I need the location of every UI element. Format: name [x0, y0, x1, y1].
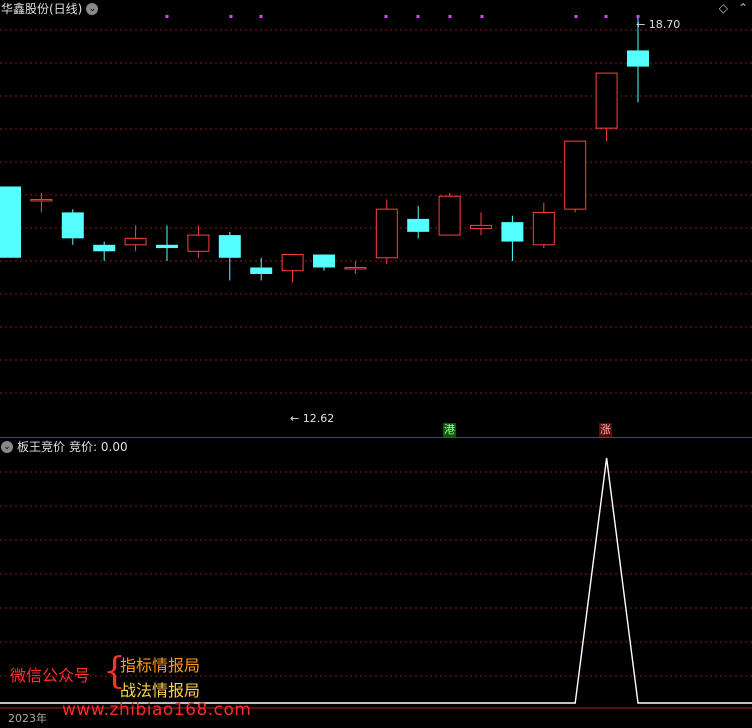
candle [281, 254, 304, 283]
hk-connect-badge[interactable]: 港 [443, 423, 456, 437]
signal-marker [165, 15, 169, 18]
low-price-value: 12.62 [302, 412, 335, 425]
low-price-label: ← 12.62 [290, 412, 335, 425]
candlestick-chart [0, 15, 752, 394]
candle [61, 209, 84, 245]
candle [501, 215, 524, 262]
candle-body [281, 254, 304, 272]
high-price-value: 18.70 [648, 18, 681, 31]
candle-body [124, 237, 147, 246]
candle-body [564, 140, 587, 210]
watermark-line-1: 指标情报局 [120, 656, 201, 675]
candle-body [470, 224, 492, 230]
signal-marker [416, 15, 420, 18]
candle-body [187, 234, 210, 252]
candle [595, 72, 618, 142]
signal-marker [480, 15, 484, 18]
candle-body [501, 222, 524, 242]
chevron-down-icon[interactable]: ⌄ [1, 441, 13, 453]
watermark-line-2: 战法情报局 [120, 681, 201, 700]
candle [470, 212, 492, 236]
candle [250, 257, 273, 281]
candle-body [93, 244, 116, 252]
candle [0, 186, 21, 258]
candle-body [532, 211, 555, 246]
candle [218, 231, 241, 281]
candle-body [0, 186, 21, 258]
chart-title-bar: 华鑫股份(日线) ⌄ [0, 0, 99, 18]
candle [532, 202, 555, 249]
candlestick-panel: 华鑫股份(日线) ⌄ ◇ ⌃ ← 18.70 ← 12.62 港 涨 [0, 0, 752, 438]
candle [438, 192, 461, 236]
stock-title[interactable]: 华鑫股份(日线) [1, 0, 82, 18]
nav-icons: ◇ ⌃ [719, 1, 748, 15]
diamond-icon[interactable]: ◇ [719, 1, 728, 15]
indicator-value: 竞价: 0.00 [69, 440, 128, 454]
high-price-label: ← 18.70 [636, 18, 681, 31]
candle [313, 254, 335, 271]
signal-marker [229, 15, 233, 18]
signal-marker [259, 15, 263, 18]
candle-body [595, 72, 618, 129]
candle [30, 192, 53, 213]
candle-body [250, 267, 273, 274]
candle-body [313, 254, 335, 268]
candle [124, 225, 147, 252]
signal-marker [448, 15, 452, 18]
candle [344, 261, 367, 274]
candle [564, 140, 587, 213]
site-watermark: www.zhibiao168.com [62, 700, 252, 720]
candle-body [156, 244, 178, 249]
chevron-down-icon[interactable]: ⌄ [86, 3, 99, 15]
candle [93, 241, 116, 262]
candle [156, 225, 178, 262]
candle-body [218, 235, 241, 258]
candle-body [627, 50, 649, 67]
limit-up-badge[interactable]: 涨 [599, 423, 612, 437]
xaxis-year-label: 2023年 [8, 712, 47, 725]
candle-body [30, 198, 53, 202]
candle-body [344, 266, 367, 270]
candle-body [61, 212, 84, 239]
candle-body [375, 208, 398, 259]
signal-marker [604, 15, 608, 18]
candle-body [438, 195, 461, 236]
candle-body [407, 218, 430, 232]
indicator-title[interactable]: 板王竞价 [17, 438, 65, 456]
chevron-up-icon[interactable]: ⌃ [738, 1, 748, 15]
candle [187, 225, 210, 258]
signal-marker [574, 15, 578, 18]
candle [375, 199, 398, 265]
signal-marker [384, 15, 388, 18]
indicator-title-bar: ⌄ 板王竞价 竞价: 0.00 [0, 438, 128, 456]
candle [407, 205, 430, 239]
watermark-wechat: 微信公众号 [10, 666, 91, 685]
